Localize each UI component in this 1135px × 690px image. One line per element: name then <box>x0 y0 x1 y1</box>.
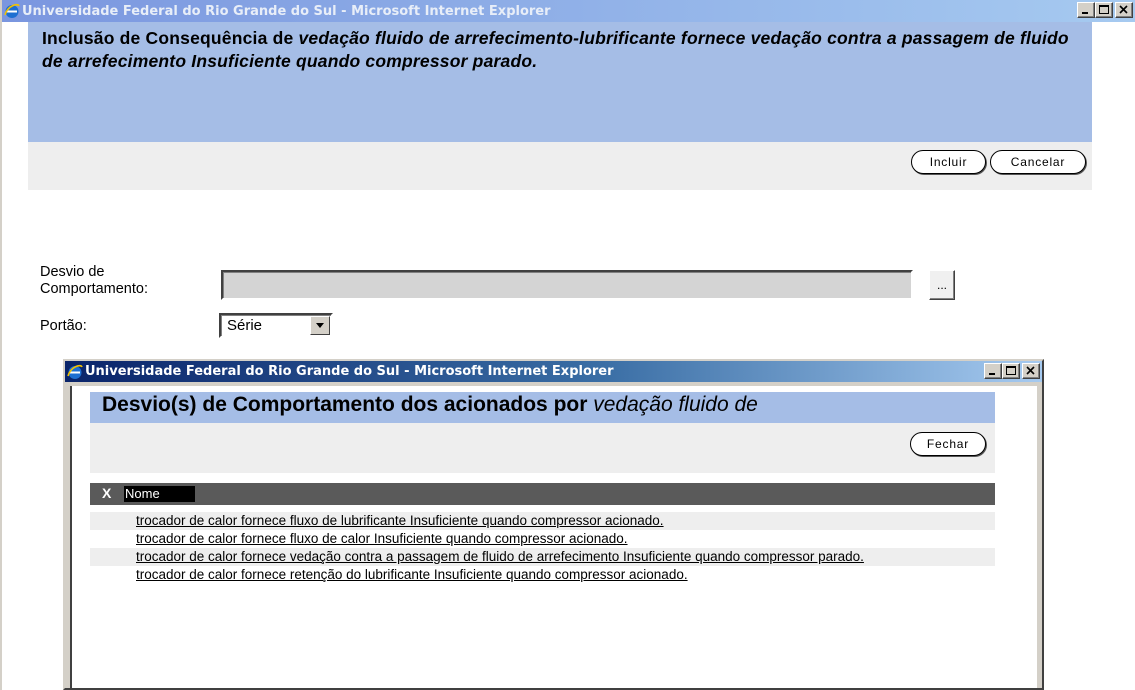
minimize-button[interactable] <box>1077 2 1095 18</box>
popup-content: Desvio(s) de Comportamento dos acionados… <box>70 386 1037 688</box>
popup-minimize-button[interactable] <box>984 363 1002 379</box>
close-icon <box>1026 366 1035 375</box>
ie-icon <box>4 3 20 18</box>
ie-icon <box>67 364 83 379</box>
page-title: Inclusão de Consequência de vedação flui… <box>42 27 1072 73</box>
popup-maximize-button[interactable] <box>1002 363 1020 379</box>
desvio-label: Desvio de Comportamento: <box>40 264 148 297</box>
dropdown-arrow-icon <box>316 323 324 328</box>
minimize-icon <box>1082 12 1088 14</box>
close-icon <box>1119 5 1128 14</box>
page-title-prefix: Inclusão de Consequência de <box>42 28 299 48</box>
table-body: trocador de calor fornece fluxo de lubri… <box>90 512 995 584</box>
table-row: trocador de calor fornece fluxo de lubri… <box>90 512 995 530</box>
column-header-x[interactable]: X <box>102 485 111 501</box>
row-link[interactable]: trocador de calor fornece retenção do lu… <box>136 567 688 582</box>
action-bar: Incluir Cancelar <box>28 142 1092 190</box>
row-link[interactable]: trocador de calor fornece vedação contra… <box>136 549 864 564</box>
desvio-input[interactable] <box>221 270 913 300</box>
portao-label: Portão: <box>40 318 87 334</box>
popup-title-prefix: Desvio(s) de Comportamento dos acionados… <box>102 393 594 416</box>
maximize-icon <box>1099 5 1109 14</box>
popup-action-bar: Fechar <box>90 423 995 473</box>
row-link[interactable]: trocador de calor fornece fluxo de calor… <box>136 531 628 546</box>
include-button[interactable]: Incluir <box>911 150 986 174</box>
popup-title-bar[interactable]: Universidade Federal do Rio Grande do Su… <box>65 361 1042 382</box>
table-row: trocador de calor fornece fluxo de calor… <box>90 530 995 548</box>
page-header: Inclusão de Consequência de vedação flui… <box>28 22 1092 142</box>
row-link[interactable]: trocador de calor fornece fluxo de lubri… <box>136 513 664 528</box>
close-popup-button[interactable]: Fechar <box>910 432 986 456</box>
popup-window-title: Universidade Federal do Rio Grande do Su… <box>85 364 614 379</box>
popup-header: Desvio(s) de Comportamento dos acionados… <box>90 392 995 423</box>
portao-selected-value: Série <box>227 317 263 334</box>
maximize-icon <box>1006 366 1016 375</box>
table-row: trocador de calor fornece retenção do lu… <box>90 566 995 584</box>
maximize-button[interactable] <box>1095 2 1113 18</box>
popup-close-button[interactable] <box>1022 363 1040 379</box>
column-header-nome[interactable]: Nome <box>124 486 195 502</box>
popup-browser-window: Universidade Federal do Rio Grande do Su… <box>63 359 1044 690</box>
popup-title-italic: vedação fluido de <box>593 393 758 416</box>
cancel-button[interactable]: Cancelar <box>990 150 1086 174</box>
popup-title: Desvio(s) de Comportamento dos acionados… <box>102 393 758 417</box>
table-row: trocador de calor fornece vedação contra… <box>90 548 995 566</box>
close-button[interactable] <box>1115 2 1133 18</box>
outer-title-bar[interactable]: Universidade Federal do Rio Grande do Su… <box>2 0 1135 22</box>
outer-window-title: Universidade Federal do Rio Grande do Su… <box>22 3 551 19</box>
minimize-icon <box>989 373 995 375</box>
table-header: X Nome <box>90 483 995 505</box>
portao-select[interactable]: Série <box>219 313 333 338</box>
browse-button[interactable]: ... <box>929 270 955 300</box>
dropdown-button[interactable] <box>310 316 330 335</box>
